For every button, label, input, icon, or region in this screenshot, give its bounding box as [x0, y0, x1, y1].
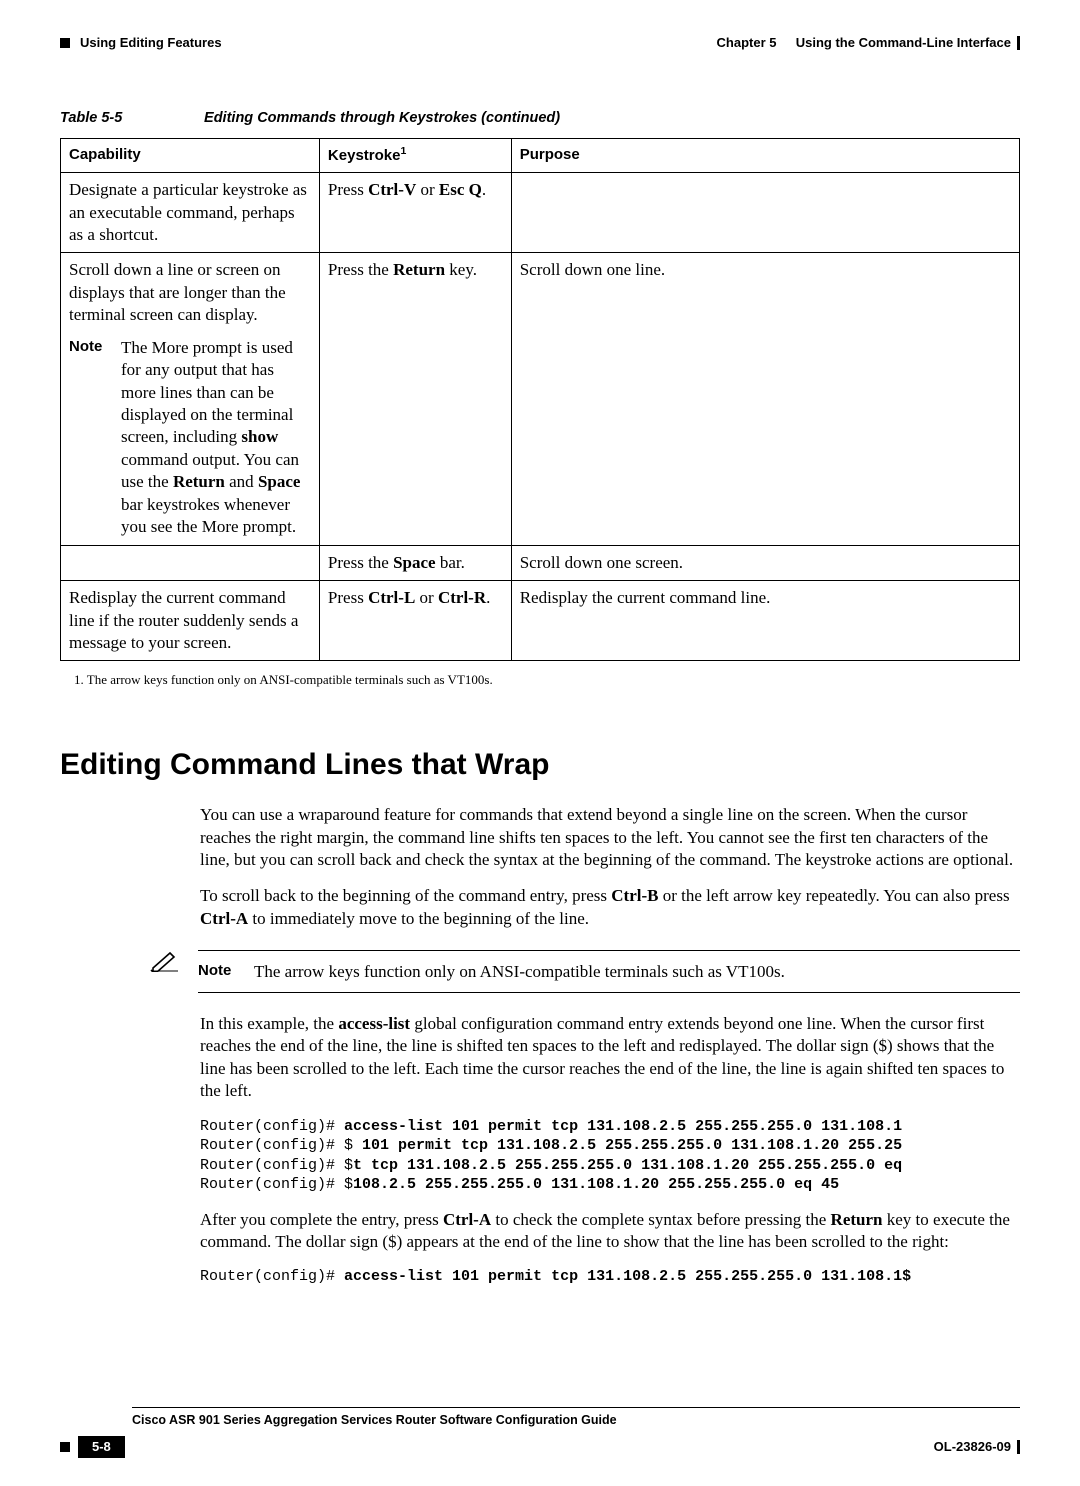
table-row: Designate a particular keystroke as an e…	[61, 173, 1020, 253]
vertical-bar-icon	[1017, 1440, 1020, 1454]
cell-capability: Scroll down a line or screen on displays…	[61, 253, 320, 545]
table-header-row: Capability Keystroke1 Purpose	[61, 139, 1020, 173]
cell-purpose: Scroll down one line.	[511, 253, 1019, 545]
col-keystroke: Keystroke1	[319, 139, 511, 173]
cell-capability: Designate a particular keystroke as an e…	[61, 173, 320, 253]
header-chapter-title: Using the Command-Line Interface	[796, 34, 1011, 51]
page-number-badge: 5-8	[78, 1436, 125, 1457]
col-purpose: Purpose	[511, 139, 1019, 173]
table-row: Press the Space bar. Scroll down one scr…	[61, 545, 1020, 580]
cell-keystroke: Press the Space bar.	[319, 545, 511, 580]
doc-id: OL-23826-09	[934, 1438, 1011, 1455]
square-bullet-icon	[60, 38, 70, 48]
page-header: Using Editing Features Chapter 5 Using t…	[60, 34, 1020, 51]
cell-keystroke: Press the Return key.	[319, 253, 511, 545]
inline-note: Note The More prompt is used for any out…	[69, 337, 311, 539]
cell-purpose	[511, 173, 1019, 253]
keystroke-table: Capability Keystroke1 Purpose Designate …	[60, 138, 1020, 661]
header-left: Using Editing Features	[60, 34, 222, 51]
note-block: Note The arrow keys function only on ANS…	[150, 950, 1020, 992]
paragraph: After you complete the entry, press Ctrl…	[200, 1209, 1020, 1254]
table-footnote: 1. The arrow keys function only on ANSI-…	[74, 671, 1020, 688]
cell-capability: Redisplay the current command line if th…	[61, 581, 320, 661]
cell-keystroke: Press Ctrl-V or Esc Q.	[319, 173, 511, 253]
table-caption: Table 5-5 Editing Commands through Keyst…	[60, 109, 1020, 128]
square-bullet-icon	[60, 1442, 70, 1452]
footer-book-title: Cisco ASR 901 Series Aggregation Service…	[132, 1412, 1020, 1429]
section-heading: Editing Command Lines that Wrap	[60, 745, 1020, 785]
page-footer: Cisco ASR 901 Series Aggregation Service…	[60, 1407, 1020, 1458]
note-text: The arrow keys function only on ANSI-com…	[254, 961, 1020, 983]
note-text: The More prompt is used for any output t…	[121, 337, 311, 539]
col-capability: Capability	[61, 139, 320, 173]
cell-purpose: Redisplay the current command line.	[511, 581, 1019, 661]
paragraph: To scroll back to the beginning of the c…	[200, 885, 1020, 930]
header-chapter: Chapter 5	[717, 34, 777, 51]
body-content: You can use a wraparound feature for com…	[200, 804, 1020, 930]
header-right: Chapter 5 Using the Command-Line Interfa…	[717, 34, 1020, 51]
table-number: Table 5-5	[60, 109, 200, 128]
pencil-icon	[150, 950, 180, 972]
table-row: Redisplay the current command line if th…	[61, 581, 1020, 661]
note-label: Note	[69, 337, 109, 539]
cell-keystroke: Press Ctrl-L or Ctrl-R.	[319, 581, 511, 661]
paragraph: In this example, the access-list global …	[200, 1013, 1020, 1103]
header-section-title: Using Editing Features	[80, 34, 222, 51]
code-block: Router(config)# access-list 101 permit t…	[200, 1117, 1020, 1195]
paragraph: You can use a wraparound feature for com…	[200, 804, 1020, 871]
body-content: In this example, the access-list global …	[200, 1013, 1020, 1287]
note-label: Note	[198, 961, 240, 983]
code-block: Router(config)# access-list 101 permit t…	[200, 1267, 1020, 1287]
footer-left: 5-8	[60, 1436, 125, 1457]
vertical-bar-icon	[1017, 36, 1020, 50]
col-keystroke-label: Keystroke	[328, 147, 401, 164]
cell-capability	[61, 545, 320, 580]
table-title: Editing Commands through Keystrokes (con…	[204, 110, 560, 126]
table-row: Scroll down a line or screen on displays…	[61, 253, 1020, 545]
cell-purpose: Scroll down one screen.	[511, 545, 1019, 580]
footer-right: OL-23826-09	[934, 1438, 1020, 1455]
col-keystroke-sup: 1	[400, 145, 406, 157]
